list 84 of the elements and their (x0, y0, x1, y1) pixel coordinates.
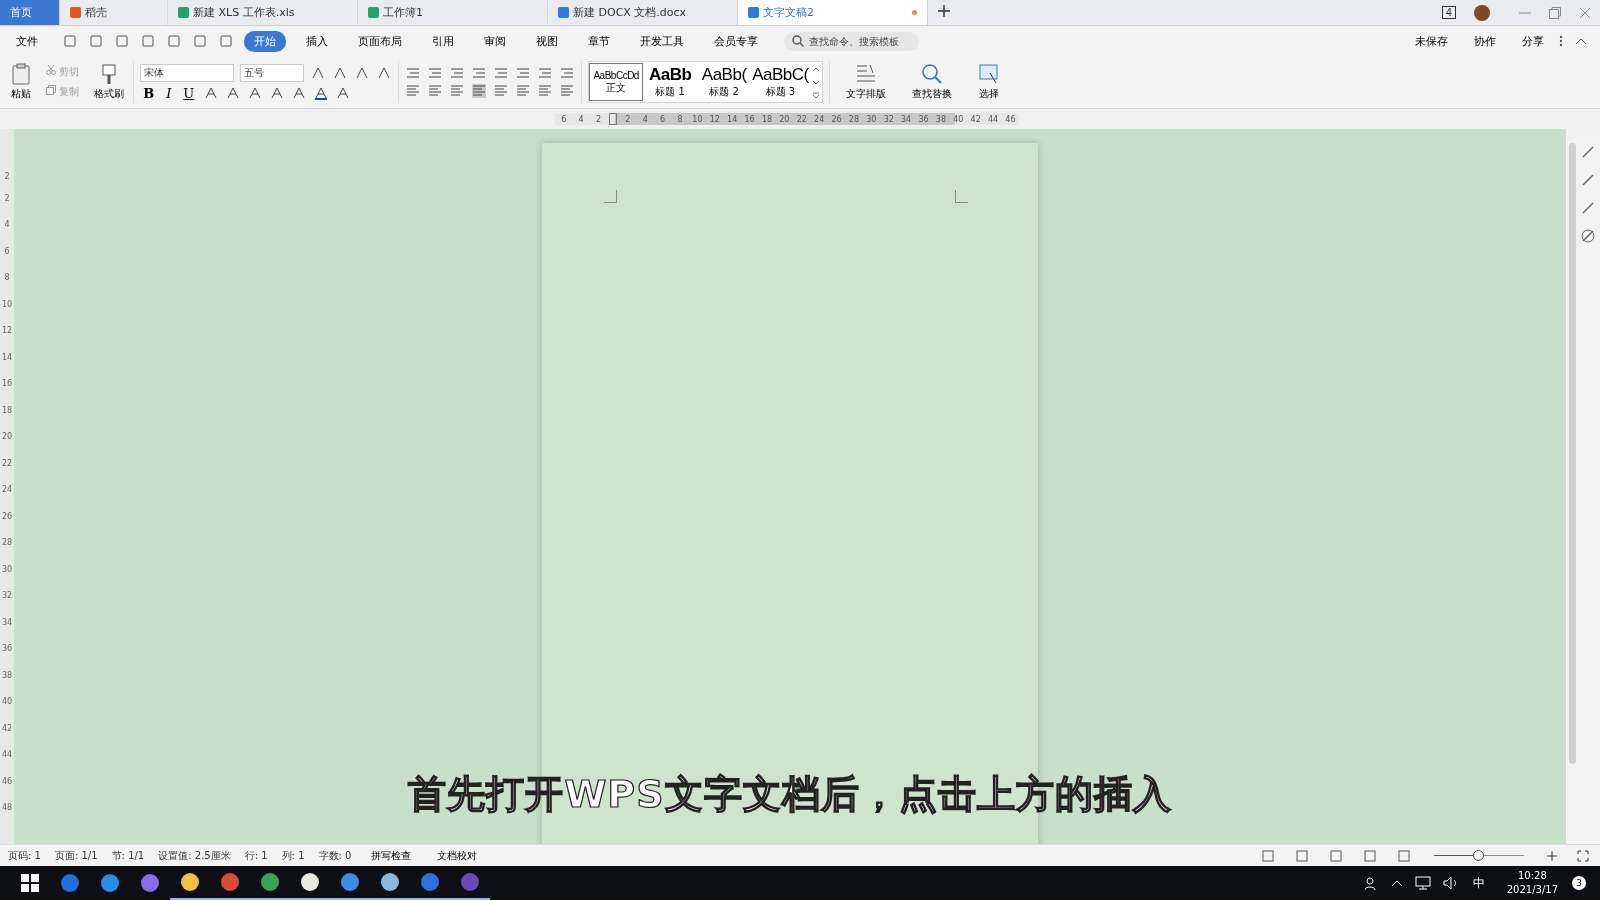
font-family-field[interactable]: 宋体 (140, 63, 235, 82)
margin-mark (604, 190, 617, 203)
copy-icon (46, 85, 56, 95)
borders-icon[interactable] (560, 84, 575, 98)
collapse-icon[interactable] (1575, 37, 1587, 45)
align-left-icon[interactable] (406, 84, 421, 98)
fullscreen-icon[interactable] (1577, 849, 1589, 862)
file-type-icon (70, 7, 81, 18)
status-text: 字数: 0 (318, 848, 352, 863)
search-field[interactable]: 查找命令、搜索模板 (784, 31, 919, 51)
ribbon-tab[interactable]: 引用 (422, 30, 464, 52)
status-text: 页面: 1/1 (54, 848, 98, 863)
restore-icon[interactable] (1549, 6, 1561, 19)
ribbon-tab[interactable]: 插入 (296, 30, 338, 52)
line-spacing-icon[interactable] (516, 84, 531, 98)
header-action[interactable]: 协作 (1468, 32, 1502, 50)
file-type-icon (368, 7, 379, 18)
document-tab[interactable]: 稻壳 (60, 0, 168, 25)
select-icon (977, 63, 1000, 85)
paintbrush-icon (100, 63, 119, 85)
ribbon-tab[interactable]: 开始 (244, 30, 286, 52)
distributed-icon[interactable] (494, 84, 509, 98)
more-icon[interactable] (1559, 35, 1563, 47)
margin-mark (955, 190, 968, 203)
horizontal-ruler: 6 4 2 2 4 6 8 10 12 14 16 18 20 22 24 26 28 30 32 34 36 38 40 42 44 46 (555, 113, 1020, 125)
status-text: 列: 1 (281, 848, 305, 863)
gallery-scroll-icon[interactable] (811, 65, 820, 99)
search-icon (920, 63, 943, 85)
header-action[interactable]: 分享 (1516, 32, 1550, 50)
vertical-ruler: 2 2 4 6 8 10 12 14 16 18 20 22 24 26 28 30 32 34 36 38 40 42 44 46 48 (0, 129, 14, 844)
status-text: 节: 1/1 (111, 848, 145, 863)
ribbon-tab[interactable]: 会员专享 (704, 30, 768, 52)
document-tab[interactable]: 文字文稿2 (738, 0, 928, 25)
window-count[interactable]: 4 (1441, 6, 1456, 19)
clock-date: 2021/3/17 (1506, 883, 1558, 897)
volume-icon[interactable] (1442, 876, 1459, 890)
file-type-icon (178, 7, 189, 18)
document-tab[interactable]: 新建 XLS 工作表.xls (168, 0, 358, 25)
file-menu[interactable]: 文件 (10, 32, 44, 50)
scrollbar[interactable] (1569, 143, 1576, 764)
network-icon[interactable] (1414, 876, 1431, 890)
people-icon[interactable] (1364, 876, 1379, 890)
input-method[interactable]: 中 (1472, 874, 1485, 892)
format-button[interactable]: U (180, 85, 198, 101)
scissors-icon (46, 65, 56, 75)
ribbon-tab[interactable]: 章节 (578, 30, 620, 52)
font-color-icon[interactable] (314, 86, 329, 100)
status-text: 页码: 1 (8, 848, 41, 863)
document-tab[interactable]: 首页 (0, 0, 60, 25)
ribbon-tab[interactable]: 开发工具 (630, 30, 694, 52)
status-text: 设置值: 2.5厘米 (158, 848, 231, 863)
video-caption: 首先打开WPS文字文档后，点击上方的插入 (407, 771, 1173, 818)
document-tab[interactable]: 工作簿1 (358, 0, 548, 25)
layout-button[interactable]: 文字排版 (835, 63, 896, 101)
chevron-up-icon[interactable] (1390, 879, 1403, 887)
font-size-field[interactable]: 五号 (240, 63, 305, 82)
format-painter-button[interactable]: 格式刷 (91, 63, 128, 101)
ribbon-tab[interactable]: 审阅 (474, 30, 516, 52)
close-icon[interactable] (1579, 6, 1591, 19)
file-type-icon (558, 7, 569, 18)
layout-icon (854, 63, 877, 85)
status-button[interactable]: 文档校对 (431, 847, 484, 864)
select-button[interactable]: 选择 (967, 63, 1010, 101)
status-button[interactable]: 拼写检查 (365, 847, 418, 864)
clock-time: 10:28 (1517, 869, 1547, 883)
header-action[interactable]: 未保存 (1409, 32, 1454, 50)
paste-button[interactable]: 粘贴 (8, 63, 34, 101)
status-text: 行: 1 (244, 848, 268, 863)
format-button[interactable]: B (140, 85, 158, 101)
align-right-icon[interactable] (450, 84, 465, 98)
shading-icon[interactable] (538, 84, 553, 98)
ribbon-tab[interactable]: 页面布局 (348, 30, 412, 52)
avatar[interactable] (1474, 4, 1490, 21)
format-button[interactable]: I (163, 85, 175, 101)
file-type-icon (748, 7, 759, 18)
notification-count[interactable]: 3 (1572, 876, 1586, 890)
clipboard-icon (11, 63, 31, 85)
style-option[interactable]: AaBbCcDd 正文 (589, 63, 644, 101)
justify-icon[interactable] (472, 84, 487, 98)
ribbon-tab[interactable]: 视图 (526, 30, 568, 52)
align-center-icon[interactable] (428, 84, 443, 98)
zoom-in-icon[interactable] (1547, 850, 1557, 861)
search-button[interactable]: 查找替换 (901, 63, 962, 101)
search-icon (792, 35, 804, 47)
